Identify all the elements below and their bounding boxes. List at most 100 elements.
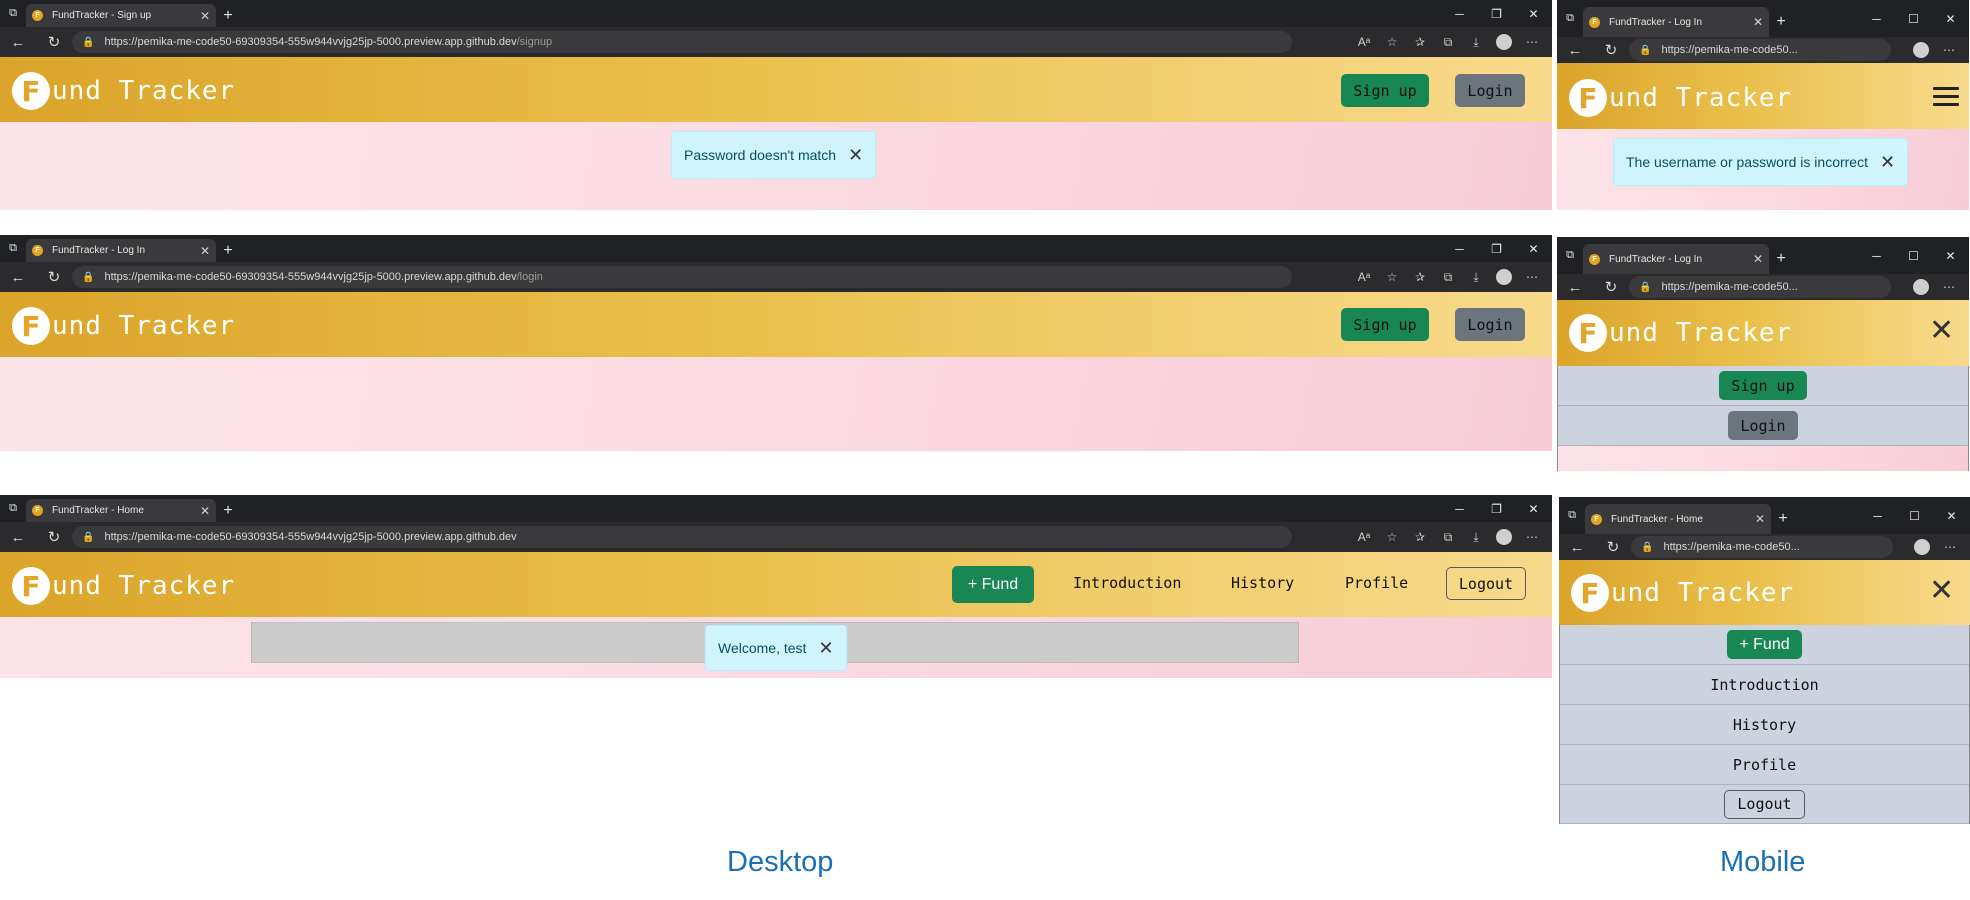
refresh-icon[interactable]: ↻	[1593, 278, 1629, 296]
hamburger-menu-icon[interactable]	[1933, 87, 1959, 107]
favorites-icon[interactable]: ✰	[1406, 530, 1434, 544]
profile-avatar-icon[interactable]	[1496, 34, 1512, 50]
url-field[interactable]: 🔒 https://pemika-me-code50...	[1629, 276, 1891, 298]
window-close-icon[interactable]: ✕	[1515, 0, 1552, 27]
window-close-icon[interactable]: ✕	[1515, 495, 1552, 522]
maximize-icon[interactable]: ☐	[1895, 0, 1932, 37]
tab-actions-icon[interactable]: ⧉	[0, 0, 26, 27]
login-button[interactable]: Login	[1455, 74, 1525, 107]
url-field[interactable]: 🔒 https://pemika-me-code50-69309354-555w…	[72, 31, 1292, 53]
profile-avatar-icon[interactable]	[1913, 279, 1929, 295]
back-icon[interactable]: ←	[1557, 279, 1593, 296]
login-button[interactable]: Login	[1455, 308, 1525, 341]
refresh-icon[interactable]: ↻	[1595, 538, 1631, 556]
profile-avatar-icon[interactable]	[1913, 42, 1929, 58]
tab-actions-icon[interactable]: ⧉	[1559, 497, 1585, 534]
favorites-icon[interactable]: ✰	[1406, 35, 1434, 49]
refresh-icon[interactable]: ↻	[36, 268, 72, 286]
profile-avatar-icon[interactable]	[1496, 529, 1512, 545]
login-button[interactable]: Login	[1728, 411, 1798, 440]
alert-close-icon[interactable]: ✕	[1880, 152, 1895, 173]
browser-tab[interactable]: F FundTracker - Log In ✕	[26, 239, 216, 262]
read-aloud-icon[interactable]: Aᵃ	[1350, 35, 1378, 49]
maximize-icon[interactable]: ☐	[1895, 237, 1932, 274]
tab-close-icon[interactable]: ✕	[1753, 252, 1763, 266]
add-favorite-icon[interactable]: ☆	[1378, 530, 1406, 544]
read-aloud-icon[interactable]: Aᵃ	[1350, 530, 1378, 544]
new-tab-icon[interactable]: +	[216, 4, 240, 27]
browser-tab[interactable]: F FundTracker - Home ✕	[1585, 504, 1771, 534]
back-icon[interactable]: ←	[0, 34, 36, 51]
minimize-icon[interactable]: ─	[1441, 495, 1478, 522]
minimize-icon[interactable]: ─	[1441, 235, 1478, 262]
url-field[interactable]: 🔒 https://pemika-me-code50-69309354-555w…	[72, 526, 1292, 548]
new-tab-icon[interactable]: +	[216, 239, 240, 262]
signup-button[interactable]: Sign up	[1341, 74, 1429, 107]
refresh-icon[interactable]: ↻	[36, 528, 72, 546]
tab-actions-icon[interactable]: ⧉	[0, 235, 26, 262]
profile-avatar-icon[interactable]	[1496, 269, 1512, 285]
collections-icon[interactable]: ⧉	[1434, 530, 1462, 545]
add-favorite-icon[interactable]: ☆	[1378, 35, 1406, 49]
add-favorite-icon[interactable]: ☆	[1378, 270, 1406, 284]
more-menu-icon[interactable]: ⋯	[1935, 43, 1963, 57]
tab-close-icon[interactable]: ✕	[200, 9, 210, 23]
window-close-icon[interactable]: ✕	[1933, 497, 1970, 534]
back-icon[interactable]: ←	[1557, 42, 1593, 59]
window-close-icon[interactable]: ✕	[1932, 0, 1969, 37]
nav-introduction[interactable]: Introduction	[1710, 676, 1818, 694]
tab-actions-icon[interactable]: ⧉	[0, 495, 26, 522]
nav-history[interactable]: History	[1231, 574, 1294, 592]
restore-icon[interactable]: ❐	[1478, 495, 1515, 522]
collections-icon[interactable]: ⧉	[1434, 35, 1462, 50]
new-tab-icon[interactable]: +	[1769, 7, 1793, 37]
maximize-icon[interactable]: ☐	[1896, 497, 1933, 534]
new-tab-icon[interactable]: +	[1771, 504, 1795, 534]
more-menu-icon[interactable]: ⋯	[1518, 35, 1546, 49]
collections-icon[interactable]: ⧉	[1434, 270, 1462, 285]
logout-button[interactable]: Logout	[1446, 567, 1526, 600]
close-menu-icon[interactable]: ✕	[1929, 576, 1954, 606]
tab-close-icon[interactable]: ✕	[1755, 512, 1765, 526]
alert-close-icon[interactable]: ✕	[818, 638, 833, 659]
close-menu-icon[interactable]: ✕	[1929, 316, 1954, 346]
logout-button[interactable]: Logout	[1724, 789, 1805, 819]
brand-logo[interactable]: F und Tracker	[1569, 79, 1792, 117]
tab-close-icon[interactable]: ✕	[1753, 15, 1763, 29]
restore-icon[interactable]: ❐	[1478, 0, 1515, 27]
brand-logo[interactable]: F und Tracker	[12, 567, 235, 605]
signup-button[interactable]: Sign up	[1719, 371, 1807, 400]
tab-actions-icon[interactable]: ⧉	[1557, 0, 1583, 37]
minimize-icon[interactable]: ─	[1859, 497, 1896, 534]
url-field[interactable]: 🔒 https://pemika-me-code50-69309354-555w…	[72, 266, 1292, 288]
more-menu-icon[interactable]: ⋯	[1935, 280, 1963, 294]
minimize-icon[interactable]: ─	[1441, 0, 1478, 27]
profile-avatar-icon[interactable]	[1914, 539, 1930, 555]
nav-introduction[interactable]: Introduction	[1073, 574, 1181, 592]
brand-logo[interactable]: F und Tracker	[1571, 574, 1794, 612]
url-field[interactable]: 🔒 https://pemika-me-code50...	[1629, 39, 1891, 61]
tab-actions-icon[interactable]: ⧉	[1557, 237, 1583, 274]
brand-logo[interactable]: F und Tracker	[12, 307, 235, 345]
brand-logo[interactable]: F und Tracker	[1569, 314, 1792, 352]
new-tab-icon[interactable]: +	[1769, 244, 1793, 274]
browser-tab[interactable]: F FundTracker - Log In ✕	[1583, 7, 1769, 37]
signup-button[interactable]: Sign up	[1341, 308, 1429, 341]
downloads-icon[interactable]: ⤓	[1462, 270, 1490, 285]
alert-close-icon[interactable]: ✕	[848, 145, 863, 166]
minimize-icon[interactable]: ─	[1858, 237, 1895, 274]
new-tab-icon[interactable]: +	[216, 499, 240, 522]
more-menu-icon[interactable]: ⋯	[1518, 270, 1546, 284]
restore-icon[interactable]: ❐	[1478, 235, 1515, 262]
downloads-icon[interactable]: ⤓	[1462, 530, 1490, 545]
more-menu-icon[interactable]: ⋯	[1936, 540, 1964, 554]
favorites-icon[interactable]: ✰	[1406, 270, 1434, 284]
back-icon[interactable]: ←	[0, 269, 36, 286]
refresh-icon[interactable]: ↻	[1593, 41, 1629, 59]
refresh-icon[interactable]: ↻	[36, 33, 72, 51]
brand-logo[interactable]: F und Tracker	[12, 72, 235, 110]
browser-tab[interactable]: F FundTracker - Log In ✕	[1583, 244, 1769, 274]
downloads-icon[interactable]: ⤓	[1462, 35, 1490, 50]
window-close-icon[interactable]: ✕	[1515, 235, 1552, 262]
nav-profile[interactable]: Profile	[1733, 756, 1796, 774]
